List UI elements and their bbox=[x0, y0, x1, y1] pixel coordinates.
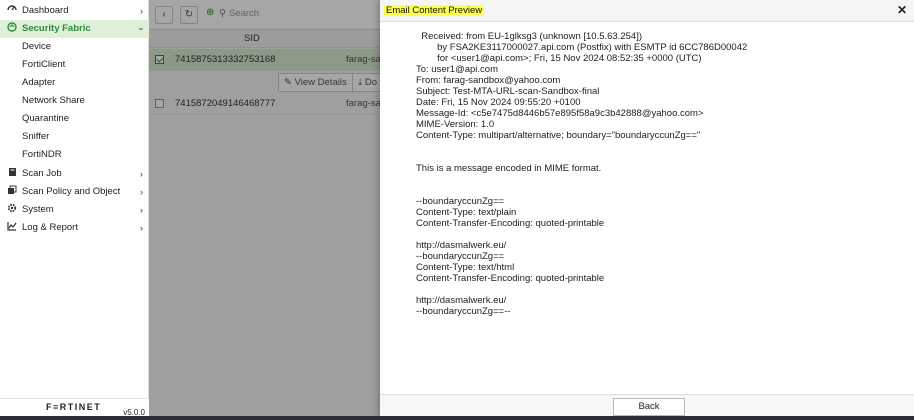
email-line: Received: from EU-1glksg3 (unknown [10.5… bbox=[416, 31, 643, 42]
email-line: Content-Type: multipart/alternative; bou… bbox=[416, 130, 701, 141]
sidebar-item-security-fabric[interactable]: Security Fabric › bbox=[0, 20, 149, 38]
sidebar-item-label: FortiClient bbox=[22, 59, 66, 70]
email-line: Date: Fri, 15 Nov 2024 09:55:20 +0100 bbox=[416, 97, 581, 108]
email-line bbox=[416, 229, 906, 240]
email-line bbox=[416, 152, 906, 163]
chevron-right-icon: › bbox=[140, 169, 143, 179]
gear-icon bbox=[6, 201, 18, 219]
sidebar-item-log-report[interactable]: Log & Report › bbox=[0, 219, 149, 237]
chevron-right-icon: › bbox=[140, 6, 143, 16]
email-line: by FSA2KE3117000027.api.com (Postfix) wi… bbox=[416, 42, 748, 53]
sidebar-item-label: System bbox=[22, 204, 54, 215]
sidebar-item-dashboard[interactable]: Dashboard › bbox=[0, 2, 149, 20]
sidebar-item-system[interactable]: System › bbox=[0, 201, 149, 219]
email-line: --boundaryccunZg== bbox=[416, 251, 505, 262]
email-line bbox=[416, 174, 906, 185]
sidebar-item-sniffer[interactable]: Sniffer bbox=[0, 128, 149, 146]
scan-policy-icon bbox=[6, 183, 18, 201]
email-line: MIME-Version: 1.0 bbox=[416, 119, 495, 130]
sidebar: Dashboard › Security Fabric › Device For… bbox=[0, 0, 149, 420]
close-icon[interactable]: ✕ bbox=[896, 3, 908, 17]
sidebar-item-device[interactable]: Device bbox=[0, 38, 149, 56]
sidebar-item-label: Security Fabric bbox=[22, 23, 91, 34]
sidebar-item-label: Device bbox=[22, 41, 52, 52]
email-line: http://dasmalwerk.eu/ bbox=[416, 240, 507, 251]
sidebar-item-scan-policy[interactable]: Scan Policy and Object › bbox=[0, 183, 149, 201]
email-line: Content-Type: text/plain bbox=[416, 207, 517, 218]
sidebar-item-label: Scan Policy and Object bbox=[22, 186, 121, 197]
email-line: Subject: Test-MTA-URL-scan-Sandbox-final bbox=[416, 86, 600, 97]
email-line: From: farag-sandbox@yahoo.com bbox=[416, 75, 561, 86]
email-line bbox=[416, 284, 906, 295]
sidebar-item-label: Sniffer bbox=[22, 131, 50, 142]
chevron-right-icon: › bbox=[140, 205, 143, 215]
email-line: for <user1@api.com>; Fri, 15 Nov 2024 08… bbox=[416, 53, 702, 64]
email-line bbox=[416, 141, 906, 152]
sidebar-item-label: Network Share bbox=[22, 95, 85, 106]
security-fabric-icon bbox=[6, 20, 18, 38]
sidebar-item-label: FortiNDR bbox=[22, 149, 62, 160]
sidebar-item-label: Dashboard bbox=[22, 5, 69, 16]
scan-job-icon bbox=[6, 165, 18, 183]
log-report-icon bbox=[6, 219, 18, 237]
email-content: Received: from EU-1glksg3 (unknown [10.5… bbox=[416, 31, 906, 391]
sidebar-item-label: Scan Job bbox=[22, 168, 62, 179]
email-line: Message-Id: <c5e7475d8446b57e895f58a9c3b… bbox=[416, 108, 704, 119]
modal-title: Email Content Preview bbox=[384, 5, 485, 16]
sidebar-item-label: Adapter bbox=[22, 77, 56, 88]
sidebar-item-scan-job[interactable]: Scan Job › bbox=[0, 165, 149, 183]
modal-header: Email Content Preview ✕ bbox=[380, 0, 914, 22]
email-line: http://dasmalwerk.eu/ bbox=[416, 295, 507, 306]
sidebar-item-quarantine[interactable]: Quarantine bbox=[0, 110, 149, 128]
dashboard-icon bbox=[6, 2, 18, 20]
sidebar-item-label: Log & Report bbox=[22, 222, 78, 233]
email-line bbox=[416, 185, 906, 196]
back-button[interactable]: Back bbox=[613, 398, 685, 416]
email-line: This is a message encoded in MIME format… bbox=[416, 163, 602, 174]
sidebar-item-fortindr[interactable]: FortiNDR bbox=[0, 146, 149, 164]
chevron-right-icon: › bbox=[140, 187, 143, 197]
chevron-down-icon: › bbox=[136, 27, 147, 31]
sidebar-item-label: Quarantine bbox=[22, 113, 70, 124]
email-line: Content-Type: text/html bbox=[416, 262, 515, 273]
sidebar-item-forticlient[interactable]: FortiClient bbox=[0, 56, 149, 74]
email-line: To: user1@api.com bbox=[416, 64, 498, 75]
email-line: Content-Transfer-Encoding: quoted-printa… bbox=[416, 273, 605, 284]
fortinet-logo: F≡RTINET bbox=[46, 402, 102, 412]
taskbar-strip bbox=[0, 416, 914, 420]
email-line: --boundaryccunZg== bbox=[416, 196, 505, 207]
email-line: --boundaryccunZg==-- bbox=[416, 306, 511, 317]
email-line: Content-Transfer-Encoding: quoted-printa… bbox=[416, 218, 605, 229]
email-preview-modal: Email Content Preview ✕ Received: from E… bbox=[380, 0, 914, 420]
sidebar-item-network-share[interactable]: Network Share bbox=[0, 92, 149, 110]
chevron-right-icon: › bbox=[140, 223, 143, 233]
sidebar-item-adapter[interactable]: Adapter bbox=[0, 74, 149, 92]
